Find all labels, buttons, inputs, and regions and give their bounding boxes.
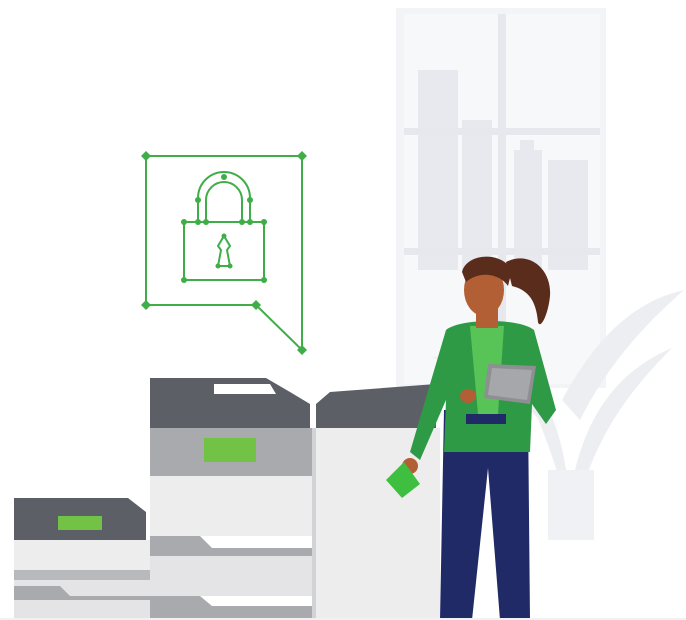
- printer-display: [204, 438, 256, 462]
- main-printer: [150, 378, 312, 620]
- printer-display-small: [58, 516, 102, 530]
- small-printer: [14, 498, 154, 620]
- secure-printing-illustration: [0, 8, 686, 620]
